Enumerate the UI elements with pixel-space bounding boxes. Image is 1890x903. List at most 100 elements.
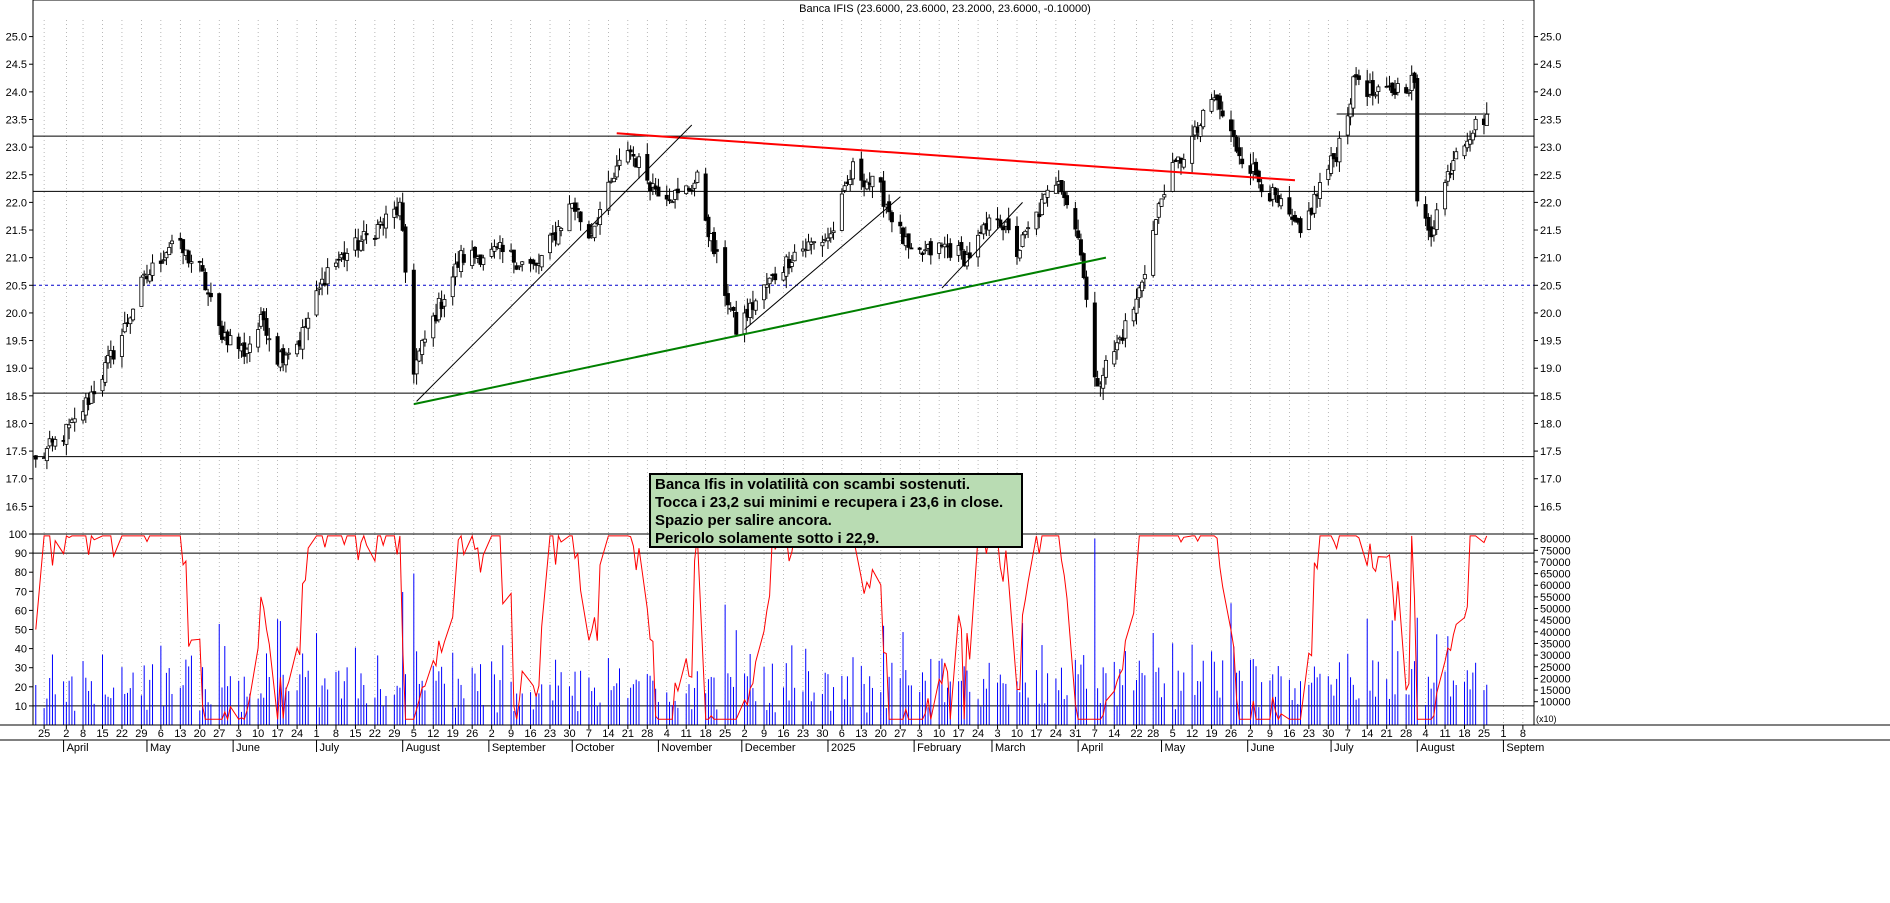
candle-body <box>789 262 794 267</box>
candle-body <box>1345 115 1350 136</box>
month-tick-label: April <box>1081 742 1103 754</box>
day-tick-label: 19 <box>447 728 459 740</box>
candle-body <box>636 156 641 168</box>
candle-body <box>850 161 855 180</box>
day-tick-label: 3 <box>236 728 242 740</box>
candle-body <box>1073 208 1078 230</box>
candle-body <box>1443 182 1448 210</box>
volume-tick-label: 35000 <box>1540 638 1571 650</box>
month-tick-label: July <box>320 742 340 754</box>
candle-body <box>1229 119 1234 132</box>
candle-body <box>461 254 466 263</box>
candle-body <box>1217 95 1222 110</box>
day-tick-label: 6 <box>839 728 845 740</box>
day-tick-label: 25 <box>719 728 731 740</box>
candle-body <box>1023 230 1028 236</box>
candle-body <box>1395 83 1400 93</box>
candle-body <box>1240 158 1245 165</box>
candle-body <box>1190 136 1195 164</box>
candle-body <box>539 255 544 268</box>
day-tick-label: 10 <box>933 728 945 740</box>
candle-body <box>1162 194 1167 198</box>
month-tick-label: July <box>1334 742 1354 754</box>
candle-body <box>725 293 730 306</box>
candle-body <box>628 149 633 153</box>
candle-body <box>247 343 252 353</box>
month-tick-label: December <box>745 742 796 754</box>
candle-body <box>122 323 127 333</box>
day-tick-label: 15 <box>349 728 361 740</box>
day-tick-label: 19 <box>1205 728 1217 740</box>
oscillator-tick-label: 40 <box>15 644 27 656</box>
candle-body <box>400 202 405 231</box>
candle-body <box>1220 110 1225 117</box>
candle-body <box>119 335 124 357</box>
candle-body <box>764 284 769 288</box>
candle-body <box>336 258 341 261</box>
candle-body <box>217 293 222 327</box>
day-tick-label: 23 <box>1303 728 1315 740</box>
volume-tick-label: 70000 <box>1540 557 1571 569</box>
oscillator-tick-label: 50 <box>15 625 27 637</box>
candle-body <box>1115 342 1120 351</box>
candle-body <box>1065 195 1070 206</box>
candle-body <box>839 193 844 231</box>
candle-body <box>664 194 669 200</box>
chart-title: Banca IFIS (23.6000, 23.6000, 23.2000, 2… <box>799 3 1091 15</box>
volume-tick-label: 10000 <box>1540 697 1571 709</box>
oscillator-tick-label: 80 <box>15 567 27 579</box>
day-tick-label: 13 <box>174 728 186 740</box>
day-tick-label: 5 <box>411 728 417 740</box>
candle-body <box>44 448 49 462</box>
candle-body <box>256 329 261 348</box>
candle-body <box>150 262 155 276</box>
day-tick-label: 8 <box>333 728 339 740</box>
candle-body <box>828 233 833 239</box>
candle-body <box>200 265 205 272</box>
candle-body <box>937 242 942 254</box>
month-tick-label: April <box>67 742 89 754</box>
day-tick-label: 21 <box>622 728 634 740</box>
day-tick-label: 22 <box>116 728 128 740</box>
month-tick-label: May <box>1165 742 1186 754</box>
candle-body <box>286 352 291 355</box>
candle-body <box>667 199 672 202</box>
oscillator-tick-label: 100 <box>9 529 27 541</box>
volume-tick-label: 30000 <box>1540 650 1571 662</box>
day-tick-label: 28 <box>641 728 653 740</box>
candle-body <box>1473 118 1478 131</box>
candle-body <box>1484 113 1489 126</box>
candle-body <box>317 287 322 290</box>
day-tick-label: 13 <box>855 728 867 740</box>
price-tick-label: 23.0 <box>6 142 27 154</box>
day-tick-label: 22 <box>369 728 381 740</box>
candle-body <box>889 212 894 223</box>
day-tick-label: 4 <box>1423 728 1429 740</box>
price-tick-label: 18.5 <box>6 391 27 403</box>
volume-tick-label: 40000 <box>1540 627 1571 639</box>
candle-body <box>695 171 700 183</box>
volume-tick-label: 80000 <box>1540 534 1571 546</box>
day-tick-label: 14 <box>602 728 614 740</box>
candle-body <box>825 237 830 242</box>
day-tick-label: 30 <box>563 728 575 740</box>
candle-body <box>169 240 174 245</box>
oscillator-tick-label: 10 <box>15 701 27 713</box>
candle-body <box>442 299 447 307</box>
candle-body <box>611 177 616 183</box>
month-tick-label: June <box>1251 742 1275 754</box>
candle-body <box>1237 147 1242 157</box>
day-tick-label: 9 <box>508 728 514 740</box>
day-tick-label: 21 <box>1381 728 1393 740</box>
day-tick-label: 14 <box>1361 728 1373 740</box>
day-tick-label: 17 <box>952 728 964 740</box>
day-tick-label: 29 <box>135 728 147 740</box>
day-tick-label: 18 <box>700 728 712 740</box>
candle-body <box>72 418 77 423</box>
price-tick-label: 18.0 <box>1540 418 1561 430</box>
day-tick-label: 1 <box>1500 728 1506 740</box>
price-tick-label: 22.5 <box>1540 170 1561 182</box>
candle-body <box>1045 189 1050 198</box>
candle-body <box>1279 198 1284 207</box>
candle-body <box>614 165 619 178</box>
